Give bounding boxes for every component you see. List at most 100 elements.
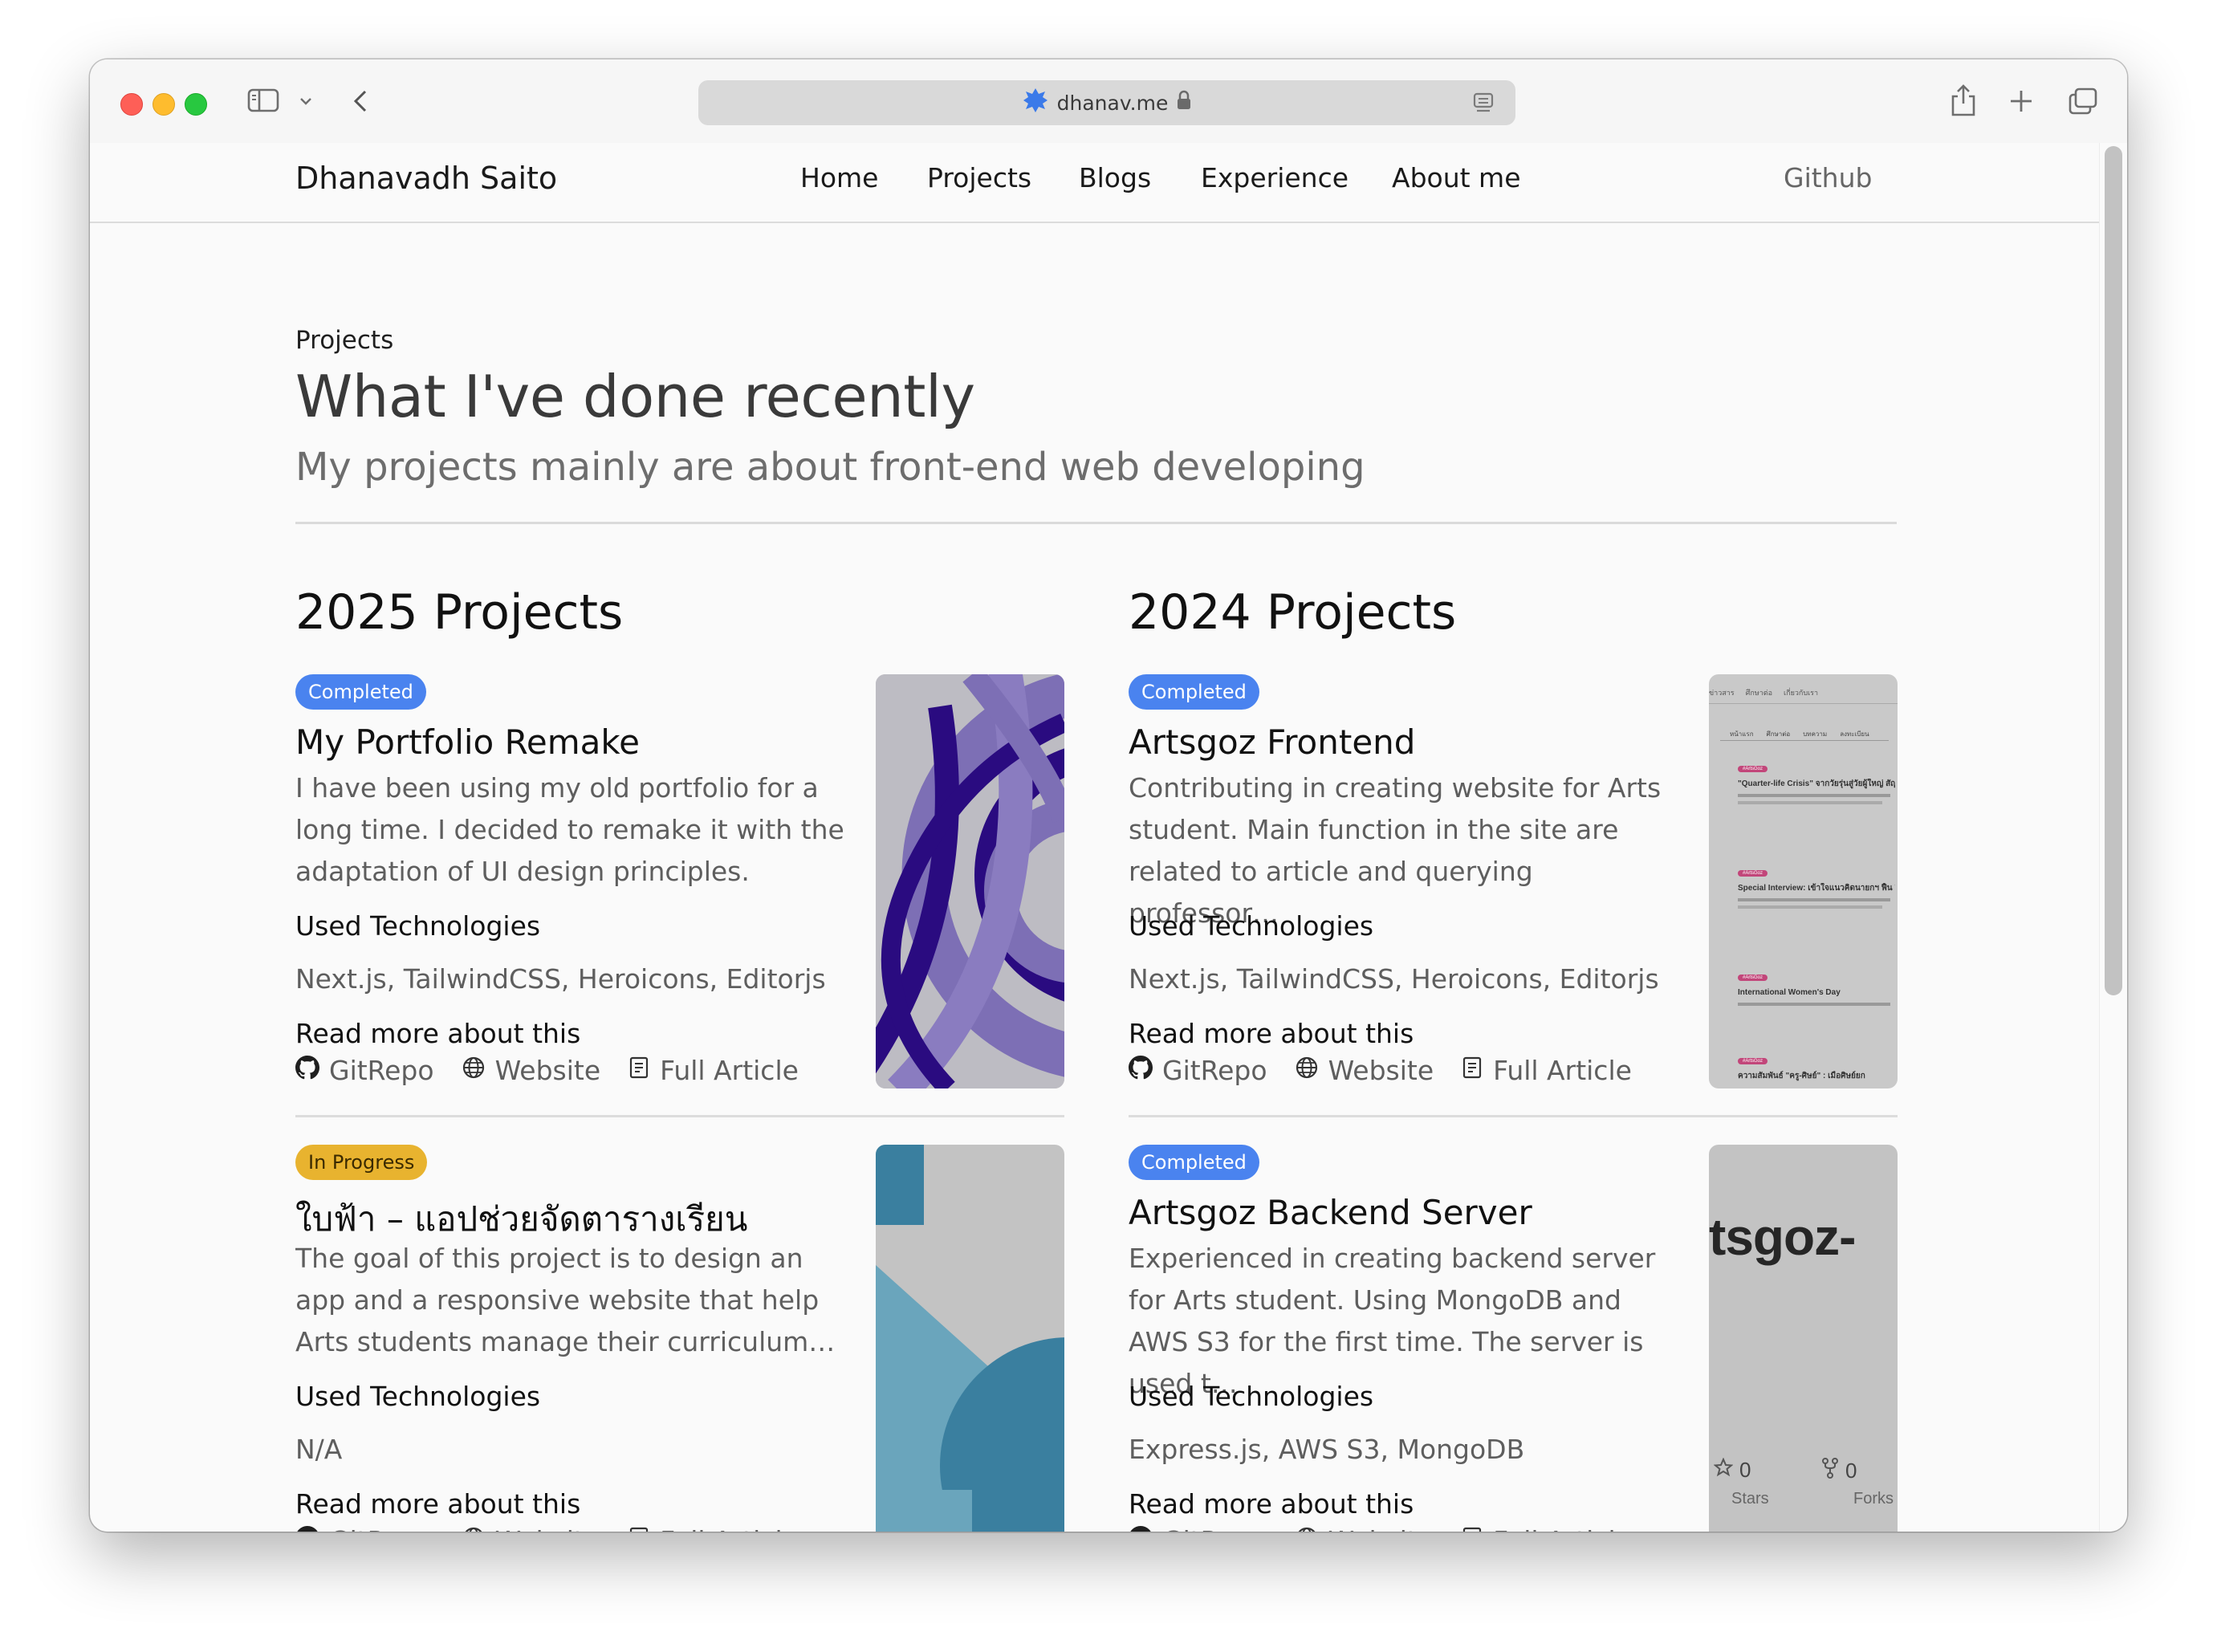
project-thumbnail[interactable]: ข่าวสาร ศึกษาต่อ เกี่ยวกับเรา หน้าแรก ศึ… [1709, 674, 1898, 1088]
site-header: Dhanavadh Saito Home Projects Blogs Expe… [90, 143, 2100, 223]
document-icon [1461, 1055, 1483, 1086]
full-article-label: Full Article [660, 1055, 799, 1086]
website-link[interactable]: Website [462, 1055, 601, 1086]
full-article-label: Full Article [1493, 1525, 1632, 1532]
full-article-link[interactable]: Full Article [628, 1055, 799, 1086]
project-links: GitRepo Website Full Article [295, 1525, 799, 1532]
back-icon[interactable] [352, 88, 369, 117]
project-title[interactable]: Artsgoz Frontend [1129, 722, 1415, 762]
scrollbar-thumb[interactable] [2105, 146, 2122, 995]
document-icon [628, 1055, 650, 1086]
globe-icon [1295, 1055, 1319, 1086]
status-badge: In Progress [295, 1145, 428, 1180]
nav-link-blogs[interactable]: Blogs [1079, 162, 1151, 193]
tech-list: Express.js, AWS S3, MongoDB [1129, 1434, 1525, 1465]
nav-link-projects[interactable]: Projects [927, 162, 1031, 193]
read-more-heading: Read more about this [1129, 1488, 1414, 1520]
project-title[interactable]: Artsgoz Backend Server [1129, 1193, 1532, 1232]
project-thumbnail[interactable] [876, 1145, 1064, 1532]
tech-heading: Used Technologies [1129, 1381, 1374, 1412]
gitrepo-link[interactable]: GitRepo [1129, 1525, 1267, 1532]
read-more-heading: Read more about this [295, 1018, 581, 1049]
abstract-shapes-image [876, 1145, 1064, 1532]
header-divider [295, 522, 1897, 524]
project-card[interactable]: Completed My Portfolio Remake I have bee… [295, 674, 1064, 1092]
github-icon [1129, 1525, 1153, 1532]
website-label: Website [1328, 1055, 1434, 1086]
gitrepo-label: GitRepo [329, 1055, 434, 1086]
website-link[interactable]: Website [1295, 1055, 1434, 1086]
full-article-link[interactable]: Full Article [1461, 1055, 1632, 1086]
page-title: What I've done recently [295, 363, 975, 430]
status-badge: Completed [295, 674, 426, 710]
nav-link-home[interactable]: Home [800, 162, 878, 193]
project-thumbnail[interactable]: tsgoz- 0 Stars 0 Forks [1709, 1145, 1898, 1532]
tech-list: Next.js, TailwindCSS, Heroicons, Editorj… [295, 963, 826, 995]
thumb-post: #ArtsGoz ความสัมพันธ์ "ครู-ศิษย์" : เมื่… [1738, 1058, 1865, 1080]
section-eyebrow: Projects [295, 326, 394, 355]
gitrepo-link[interactable]: GitRepo [295, 1055, 434, 1086]
document-icon [1461, 1525, 1483, 1532]
read-more-heading: Read more about this [295, 1488, 581, 1520]
project-links: GitRepo Website Full Article [295, 1055, 799, 1086]
site-brand[interactable]: Dhanavadh Saito [295, 161, 557, 196]
card-divider [1129, 1115, 1898, 1117]
website-label: Website [495, 1525, 601, 1532]
nav-link-experience[interactable]: Experience [1201, 162, 1349, 193]
project-links: GitRepo Website Full Article [1129, 1525, 1632, 1532]
page-subtitle: My projects mainly are about front-end w… [295, 445, 1365, 490]
abstract-art-image [876, 674, 1064, 1088]
tab-overview-icon[interactable] [2068, 87, 2098, 119]
website-link[interactable]: Website [462, 1525, 601, 1532]
full-article-link[interactable]: Full Article [1461, 1525, 1632, 1532]
document-icon [628, 1525, 650, 1532]
address-bar[interactable]: dhanav.me [698, 80, 1515, 125]
project-card[interactable]: Completed Artsgoz Backend Server Experie… [1129, 1145, 1898, 1532]
site-favicon-icon [1022, 87, 1049, 119]
gitrepo-label: GitRepo [1162, 1055, 1267, 1086]
gitrepo-label: GitRepo [1162, 1525, 1267, 1532]
share-icon[interactable] [1949, 83, 1978, 120]
tech-heading: Used Technologies [295, 1381, 541, 1412]
thumb-post: #ArtsGoz Special Interview: เข้าใจแนวคิด… [1738, 864, 1895, 909]
project-description: Contributing in creating website for Art… [1129, 772, 1662, 929]
website-label: Website [1328, 1525, 1434, 1532]
fork-icon [1821, 1458, 1839, 1484]
website-link[interactable]: Website [1295, 1525, 1434, 1532]
sidebar-toggle-icon[interactable] [247, 88, 279, 116]
card-divider [295, 1115, 1064, 1117]
projects-page: Projects What I've done recently My proj… [295, 222, 1901, 1532]
project-description: I have been using my old portfolio for a… [295, 772, 844, 887]
stars-count: 0 [1713, 1457, 1751, 1483]
project-card[interactable]: In Progress ใบฟ้า – แอปช่วยจัดตารางเรียน… [295, 1145, 1064, 1532]
nav-link-about-me[interactable]: About me [1392, 162, 1521, 193]
close-window-button[interactable] [120, 93, 143, 116]
github-icon [1129, 1055, 1153, 1086]
full-article-label: Full Article [660, 1525, 799, 1532]
project-card[interactable]: Completed Artsgoz Frontend Contributing … [1129, 674, 1898, 1092]
thumb-site-tabs: หน้าแรก ศึกษาต่อ บทความ ลงทะเบียน [1730, 730, 1869, 738]
lock-icon [1176, 90, 1192, 116]
project-description: The goal of this project is to design an… [295, 1243, 836, 1357]
globe-icon [462, 1525, 486, 1532]
minimize-window-button[interactable] [153, 93, 175, 116]
forks-label: Forks [1853, 1490, 1894, 1508]
project-thumbnail[interactable] [876, 674, 1064, 1088]
project-title[interactable]: My Portfolio Remake [295, 722, 640, 762]
browser-window: dhanav.me Dhanavadh Saito Home Projects … [90, 59, 2127, 1532]
thumb-post: #ArtsGoz "Quarter-life Crisis" จากวัยรุ่… [1738, 759, 1895, 804]
website-label: Website [494, 1055, 601, 1086]
chevron-down-icon[interactable] [299, 95, 313, 110]
new-tab-icon[interactable] [2008, 88, 2034, 117]
gitrepo-link[interactable]: GitRepo [295, 1525, 434, 1532]
nav-link-github[interactable]: Github [1784, 162, 1872, 193]
zoom-window-button[interactable] [185, 93, 207, 116]
stars-label: Stars [1731, 1490, 1769, 1508]
gitrepo-link[interactable]: GitRepo [1129, 1055, 1267, 1086]
full-article-link[interactable]: Full Article [628, 1525, 799, 1532]
reader-mode-icon[interactable] [1472, 92, 1495, 117]
globe-icon [1295, 1525, 1319, 1532]
globe-icon [462, 1055, 486, 1086]
url-text: dhanav.me [1056, 91, 1169, 115]
tech-list: Next.js, TailwindCSS, Heroicons, Editorj… [1129, 963, 1659, 995]
